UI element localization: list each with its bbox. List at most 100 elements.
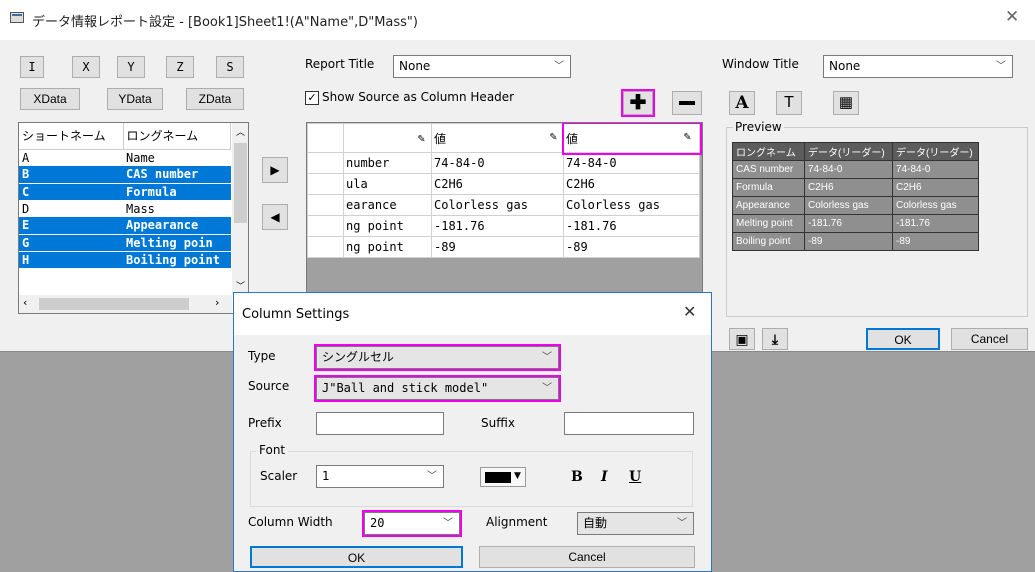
- save-button[interactable]: ▣: [729, 328, 755, 350]
- remove-column-arrow-button[interactable]: ◀: [262, 204, 288, 230]
- close-icon[interactable]: ✕: [683, 302, 696, 321]
- list-item[interactable]: D Mass: [19, 200, 231, 217]
- chevron-down-icon: ﹀: [996, 61, 1006, 72]
- value-cell[interactable]: -181.76: [563, 215, 700, 237]
- value-cell[interactable]: -181.76: [431, 215, 564, 237]
- row-header[interactable]: [307, 152, 344, 174]
- label-cell[interactable]: ng point: [343, 236, 432, 258]
- prefix-label: Prefix: [248, 416, 282, 430]
- grid-header-label[interactable]: ✎: [343, 123, 432, 153]
- underline-toggle[interactable]: U: [629, 469, 641, 485]
- table-row[interactable]: ng point -181.76 -181.76: [307, 215, 700, 237]
- scaler-value: 1: [322, 469, 330, 483]
- value-cell[interactable]: 74-84-0: [431, 152, 564, 174]
- alignment-select[interactable]: 自動 ﹀: [577, 512, 694, 535]
- bold-toggle[interactable]: B: [571, 469, 583, 485]
- remove-column-button[interactable]: [672, 91, 702, 115]
- pencil-icon[interactable]: ✎: [684, 129, 691, 143]
- list-item[interactable]: G Melting poin: [19, 234, 231, 252]
- scroll-thumb[interactable]: [39, 298, 189, 310]
- list-item[interactable]: A Name: [19, 149, 231, 166]
- label-cell[interactable]: earance: [343, 194, 432, 216]
- dialog-cancel-button[interactable]: Cancel: [479, 546, 695, 568]
- show-source-checkbox[interactable]: ✓: [305, 91, 319, 105]
- report-title-select[interactable]: None ﹀: [393, 55, 571, 78]
- add-column-button[interactable]: ✚: [621, 89, 655, 117]
- show-source-label: Show Source as Column Header: [322, 90, 515, 104]
- value-cell[interactable]: -89: [431, 236, 564, 258]
- scroll-left-icon[interactable]: ‹: [23, 296, 27, 309]
- scaler-select[interactable]: 1 ﹀: [316, 465, 444, 488]
- insert-y-button[interactable]: Y: [117, 56, 145, 78]
- list-item[interactable]: H Boiling point: [19, 251, 231, 269]
- insert-s-button[interactable]: S: [216, 56, 244, 78]
- table-row[interactable]: number 74-84-0 74-84-0: [307, 152, 700, 174]
- list-horizontal-scrollbar[interactable]: ‹ ›: [19, 295, 232, 313]
- column-width-select[interactable]: 20 ﹀: [362, 510, 462, 537]
- value-cell[interactable]: C2H6: [563, 173, 700, 195]
- chevron-down-icon: ﹀: [443, 518, 453, 529]
- header-label: 値: [566, 131, 579, 146]
- scaler-label: Scaler: [260, 469, 298, 483]
- list-item[interactable]: E Appearance: [19, 217, 231, 235]
- row-header[interactable]: [307, 173, 344, 195]
- text-format-button[interactable]: T: [776, 91, 802, 115]
- source-select[interactable]: J"Ball and stick model" ﹀: [314, 375, 561, 402]
- row-header[interactable]: [307, 194, 344, 216]
- scroll-right-icon[interactable]: ›: [215, 296, 219, 309]
- value-cell[interactable]: 74-84-0: [563, 152, 700, 174]
- add-column-arrow-button[interactable]: ▶: [262, 157, 288, 183]
- font-color-picker[interactable]: ▼: [480, 467, 526, 487]
- close-icon[interactable]: ✕: [1005, 7, 1019, 27]
- italic-toggle[interactable]: I: [601, 469, 608, 485]
- preview-row: Appearance Colorless gas Colorless gas: [732, 196, 979, 215]
- insert-x-button[interactable]: X: [72, 56, 100, 78]
- ydata-button[interactable]: YData: [107, 88, 163, 110]
- label-cell[interactable]: number: [343, 152, 432, 174]
- ok-button[interactable]: OK: [866, 328, 940, 350]
- suffix-input[interactable]: [564, 412, 694, 435]
- value-cell[interactable]: Colorless gas: [431, 194, 564, 216]
- column-width-value: 20: [370, 516, 385, 530]
- dialog-ok-button[interactable]: OK: [250, 546, 463, 568]
- table-row[interactable]: ng point -89 -89: [307, 236, 700, 258]
- pencil-icon[interactable]: ✎: [550, 129, 557, 143]
- row-header[interactable]: [307, 215, 344, 237]
- cancel-button[interactable]: Cancel: [951, 328, 1028, 350]
- grid-header-value-2[interactable]: 値 ✎: [561, 123, 702, 155]
- scroll-down-icon[interactable]: ﹀: [236, 279, 245, 292]
- list-vertical-scrollbar[interactable]: ︿ ﹀: [232, 123, 248, 295]
- prefix-input[interactable]: [316, 412, 444, 435]
- export-button[interactable]: ⤓: [762, 328, 788, 350]
- window-title-select[interactable]: None ﹀: [823, 55, 1013, 78]
- value-cell[interactable]: C2H6: [431, 173, 564, 195]
- table-row[interactable]: ula C2H6 C2H6: [307, 173, 700, 195]
- long-name-header[interactable]: ロングネーム: [123, 123, 231, 150]
- preview-table: ロングネーム データ(リーダー) データ(リーダー) CAS number 74-…: [732, 142, 979, 251]
- grid-header-value-1[interactable]: 値 ✎: [431, 123, 564, 153]
- column-list[interactable]: ショートネーム ロングネーム A Name B CAS number C Formul…: [18, 122, 249, 314]
- insert-z-button[interactable]: Z: [166, 56, 194, 78]
- short-name-header[interactable]: ショートネーム: [19, 123, 124, 150]
- long-name-cell: Formula: [123, 183, 231, 201]
- value-cell[interactable]: -89: [563, 236, 700, 258]
- chevron-down-icon: ﹀: [542, 352, 552, 363]
- type-select[interactable]: シングルセル ﹀: [314, 344, 561, 371]
- scroll-up-icon[interactable]: ︿: [236, 125, 245, 138]
- xdata-button[interactable]: XData: [20, 88, 80, 110]
- list-item[interactable]: C Formula: [19, 183, 231, 201]
- scroll-thumb[interactable]: [234, 143, 247, 223]
- zdata-button[interactable]: ZData: [186, 88, 244, 110]
- row-header[interactable]: [307, 236, 344, 258]
- label-cell[interactable]: ng point: [343, 215, 432, 237]
- font-group-label: Font: [256, 443, 289, 457]
- label-cell[interactable]: ula: [343, 173, 432, 195]
- long-name-cell: Name: [126, 150, 155, 165]
- insert-i-button[interactable]: I: [20, 56, 44, 78]
- list-item[interactable]: B CAS number: [19, 166, 231, 184]
- value-cell[interactable]: Colorless gas: [563, 194, 700, 216]
- table-row[interactable]: earance Colorless gas Colorless gas: [307, 194, 700, 216]
- table-format-button[interactable]: ▦: [833, 91, 859, 115]
- pencil-icon[interactable]: ✎: [418, 131, 425, 145]
- font-format-button[interactable]: A: [729, 91, 755, 115]
